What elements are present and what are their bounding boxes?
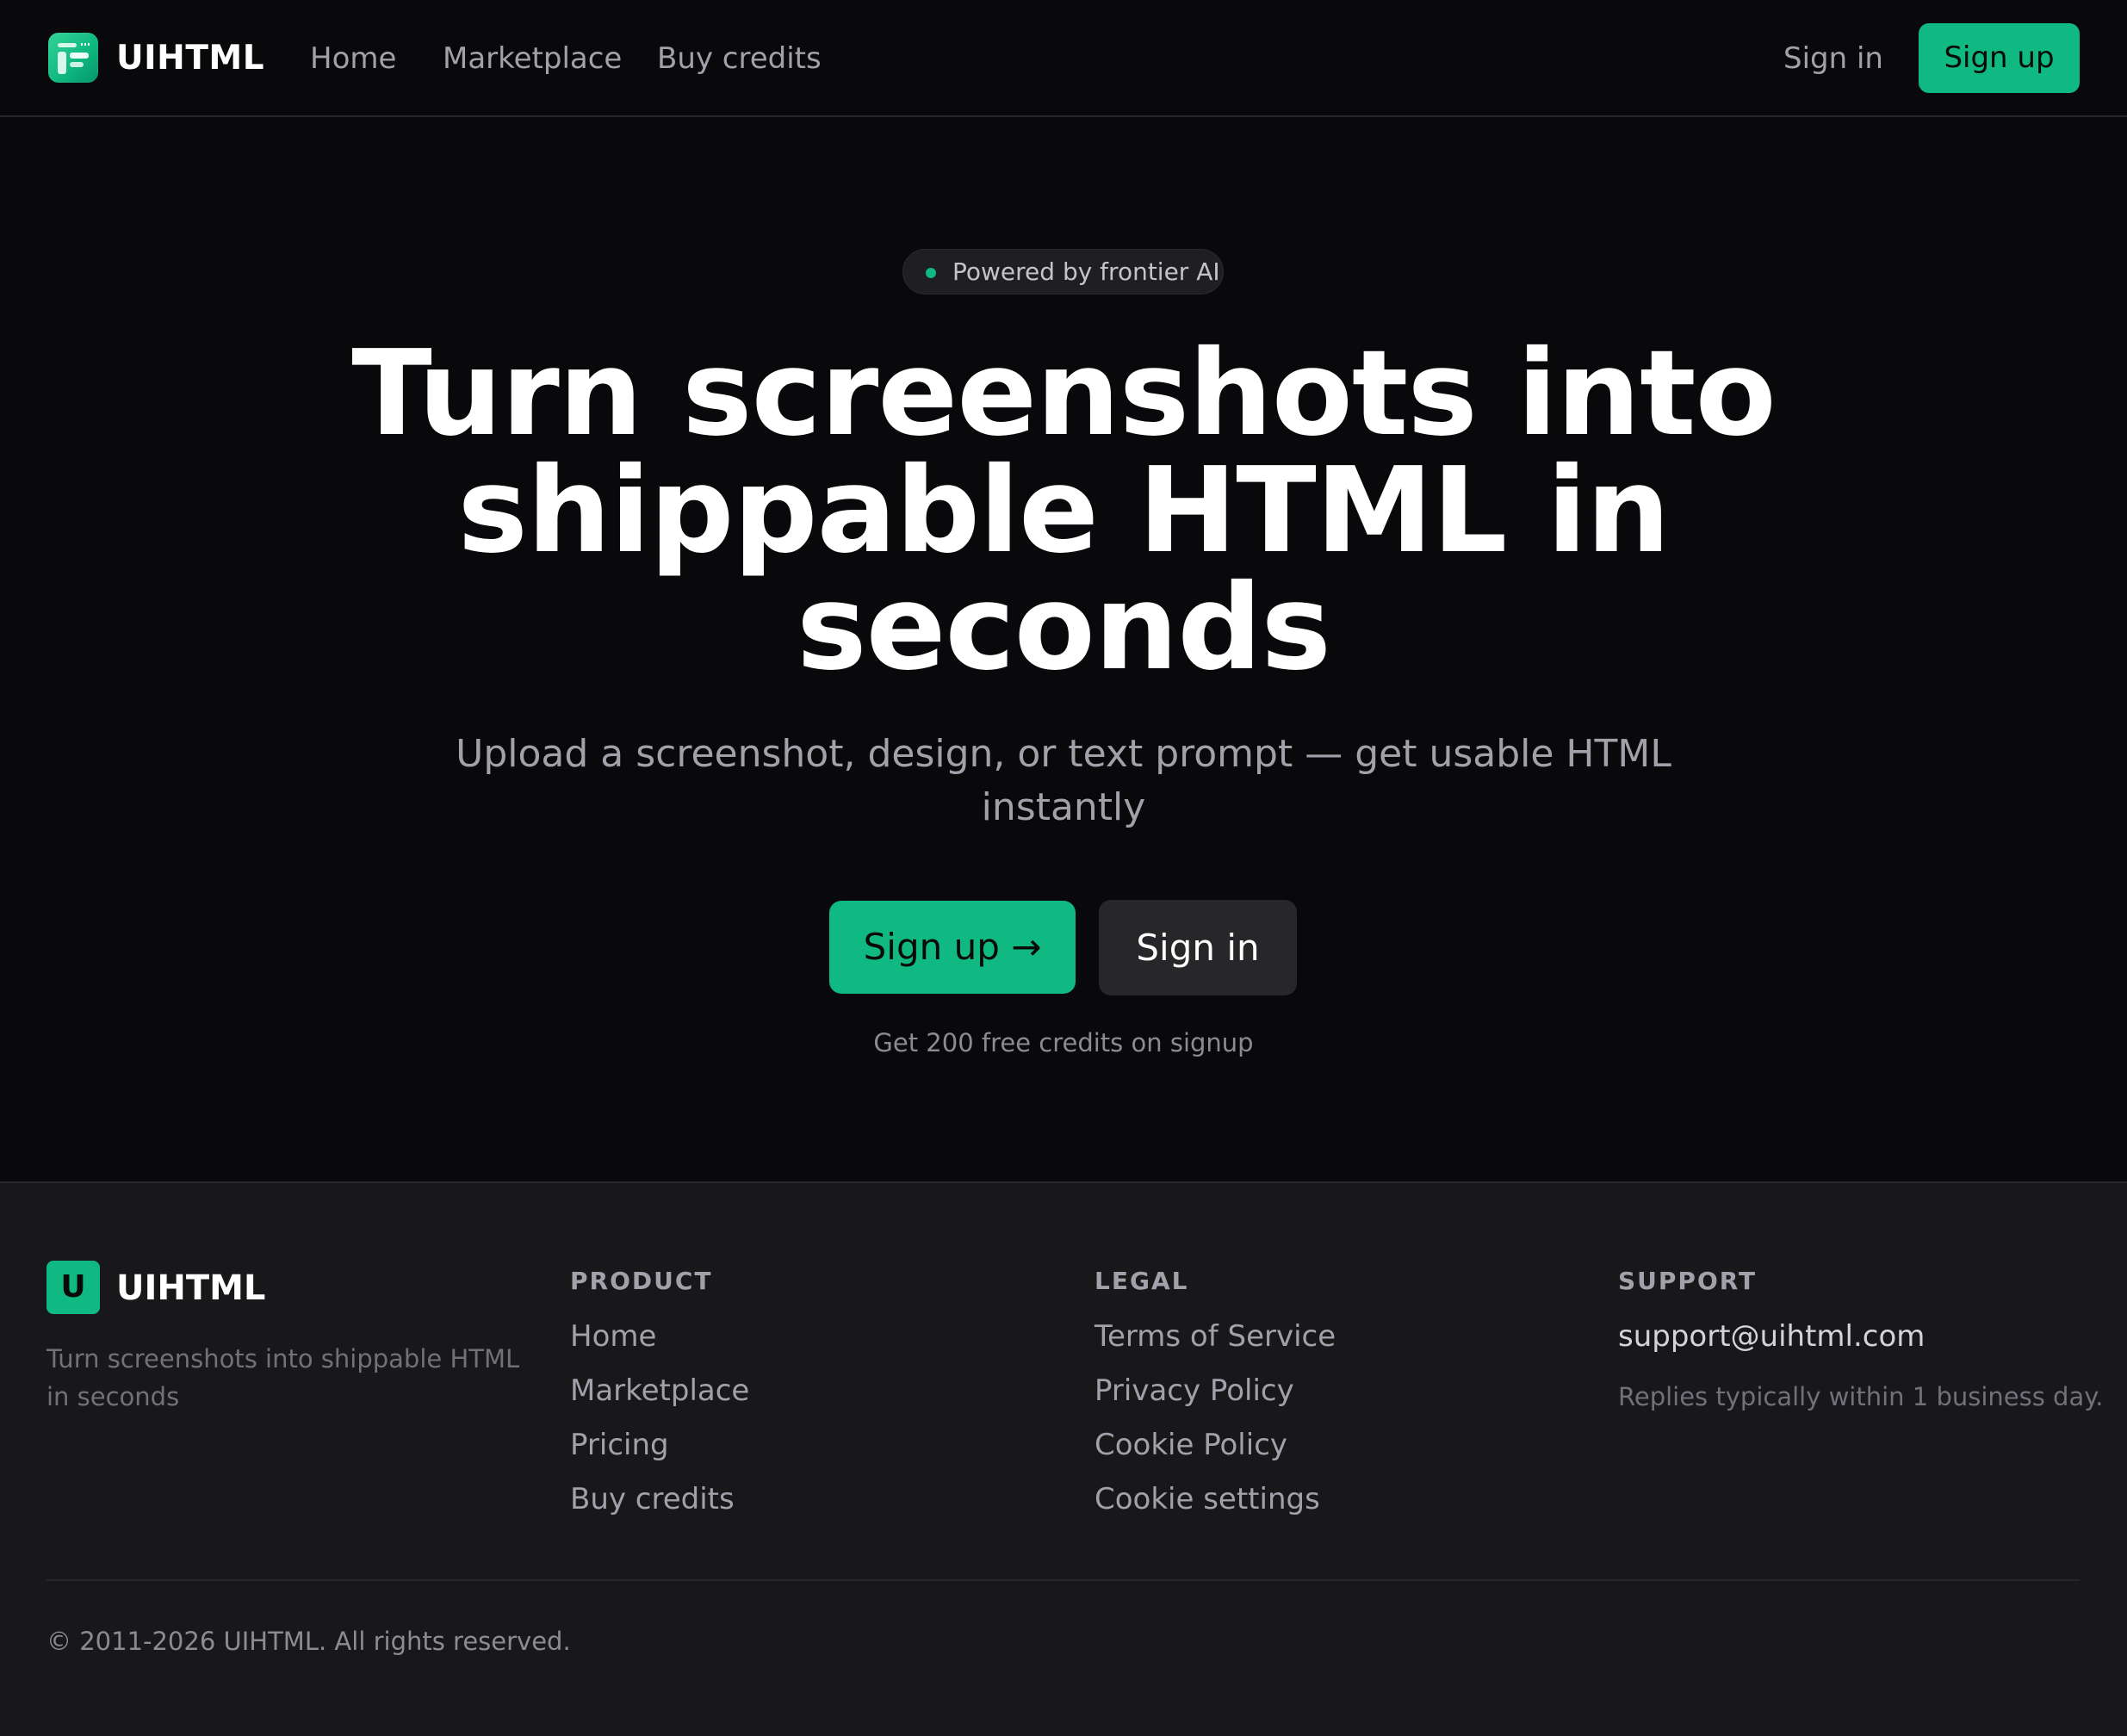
- footer-heading-product: PRODUCT: [570, 1267, 713, 1295]
- footer-link-terms[interactable]: Terms of Service: [1095, 1317, 1336, 1356]
- header-sign-in-link[interactable]: Sign in: [1783, 39, 1883, 78]
- hero-subtitle-line: instantly: [981, 785, 1146, 829]
- footer-link-marketplace[interactable]: Marketplace: [570, 1371, 749, 1410]
- footer-link-pricing[interactable]: Pricing: [570, 1425, 669, 1465]
- footer-tagline: Turn screenshots into shippable HTML in …: [47, 1344, 520, 1411]
- footer-brand-name[interactable]: UIHTML: [116, 1267, 265, 1310]
- hero-title-line: seconds: [797, 560, 1331, 697]
- footer-divider: [47, 1579, 2080, 1581]
- status-dot-icon: [926, 268, 936, 278]
- support-email-link[interactable]: support@uihtml.com: [1618, 1317, 1925, 1356]
- footer-link-home[interactable]: Home: [570, 1317, 656, 1356]
- header-sign-up-button[interactable]: Sign up: [1919, 23, 2080, 93]
- hero-sign-up-button[interactable]: Sign up →: [829, 901, 1076, 994]
- badge-label: Powered by frontier AI: [952, 257, 1220, 286]
- footer-link-cookie-settings[interactable]: Cookie settings: [1095, 1479, 1320, 1519]
- top-navigation-bar: UIHTML Home Marketplace Buy credits Sign…: [0, 0, 2127, 117]
- footer-link-cookie-policy[interactable]: Cookie Policy: [1095, 1425, 1287, 1465]
- hero-sign-in-button[interactable]: Sign in: [1099, 900, 1297, 995]
- hero-title-line: shippable HTML in: [457, 443, 1670, 580]
- footer-link-privacy[interactable]: Privacy Policy: [1095, 1371, 1294, 1410]
- nav-buy-credits-link[interactable]: Buy credits: [657, 39, 822, 78]
- powered-by-badge: Powered by frontier AI: [902, 249, 1224, 294]
- nav-marketplace-link[interactable]: Marketplace: [443, 39, 622, 78]
- footer-heading-legal: LEGAL: [1095, 1267, 1189, 1295]
- copyright-text: © 2011-2026 UIHTML. All rights reserved.: [47, 1627, 571, 1656]
- uihtml-logo-icon[interactable]: [48, 33, 98, 83]
- free-credits-note: Get 200 free credits on signup: [873, 1028, 1254, 1057]
- hero-subtitle: Upload a screenshot, design, or text pro…: [0, 728, 2127, 834]
- nav-home-link[interactable]: Home: [310, 39, 396, 78]
- footer-heading-support: SUPPORT: [1618, 1267, 1758, 1295]
- footer-logo-icon[interactable]: U: [47, 1261, 100, 1314]
- hero-title: Turn screenshots into shippable HTML in …: [0, 326, 2127, 697]
- hero-subtitle-line: Upload a screenshot, design, or text pro…: [456, 732, 1671, 776]
- hero-title-line: Turn screenshots into: [351, 326, 1776, 462]
- brand-name[interactable]: UIHTML: [116, 37, 264, 80]
- footer-link-buy-credits[interactable]: Buy credits: [570, 1479, 735, 1519]
- support-reply-note: Replies typically within 1 business day.: [1618, 1382, 2104, 1411]
